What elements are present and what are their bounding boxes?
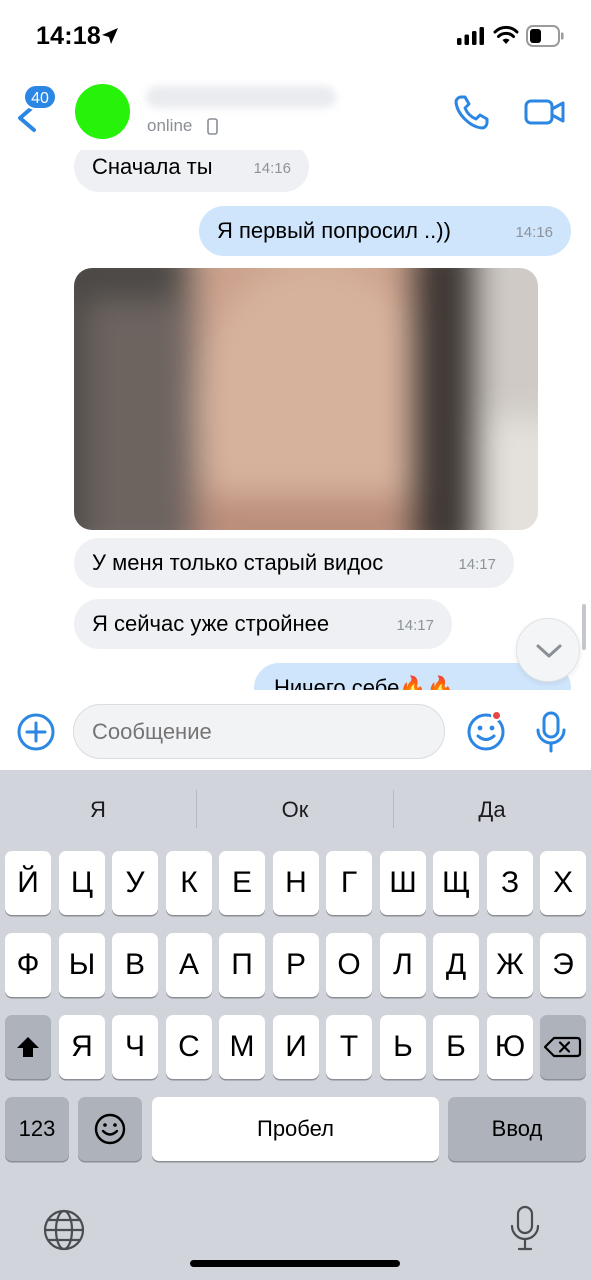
shift-key[interactable] bbox=[5, 1015, 51, 1079]
contact-avatar[interactable] bbox=[75, 84, 130, 139]
blurred-video-message[interactable] bbox=[74, 268, 538, 530]
key[interactable]: Й bbox=[5, 851, 51, 915]
chevron-down-icon bbox=[536, 644, 562, 658]
key[interactable]: Э bbox=[540, 933, 586, 997]
status-time: 14:18 bbox=[36, 22, 101, 50]
phone-call-icon[interactable] bbox=[452, 92, 492, 132]
key[interactable]: Ж bbox=[487, 933, 533, 997]
key[interactable]: Щ bbox=[433, 851, 479, 915]
key[interactable]: Ю bbox=[487, 1015, 533, 1079]
key[interactable]: Г bbox=[326, 851, 372, 915]
key[interactable]: Ы bbox=[59, 933, 105, 997]
suggestion-3[interactable]: Да bbox=[394, 770, 590, 850]
backspace-icon bbox=[543, 1036, 582, 1058]
message-input[interactable] bbox=[73, 704, 445, 759]
message-time: 14:17 bbox=[396, 617, 434, 634]
shift-arrow-icon bbox=[17, 1037, 39, 1057]
message-text: У меня только старый видос bbox=[92, 550, 384, 575]
key[interactable]: П bbox=[219, 933, 265, 997]
message-text: Я первый попросил ..)) bbox=[217, 218, 451, 243]
delete-key[interactable] bbox=[540, 1015, 586, 1079]
suggestion-2[interactable]: Ок bbox=[197, 770, 393, 850]
mobile-device-icon bbox=[207, 118, 218, 135]
contact-name-blurred[interactable] bbox=[146, 86, 336, 108]
key[interactable]: Х bbox=[540, 851, 586, 915]
space-key[interactable]: Пробел bbox=[152, 1097, 439, 1161]
key[interactable]: Ф bbox=[5, 933, 51, 997]
suggestion-1[interactable]: Я bbox=[0, 770, 196, 850]
message-text: Ничего себе🔥🔥 bbox=[274, 675, 455, 690]
key[interactable]: Я bbox=[59, 1015, 105, 1079]
message-bubble-incoming[interactable]: Сначала ты 14:16 bbox=[74, 150, 309, 192]
key[interactable]: Л bbox=[380, 933, 426, 997]
key[interactable]: Р bbox=[273, 933, 319, 997]
emoji-face-icon bbox=[94, 1113, 126, 1145]
key[interactable]: Н bbox=[273, 851, 319, 915]
new-stickers-dot bbox=[491, 710, 502, 721]
home-indicator bbox=[190, 1260, 400, 1267]
blurred-video-thumbnail bbox=[74, 268, 538, 530]
globe-icon[interactable] bbox=[42, 1208, 86, 1252]
key[interactable]: К bbox=[166, 851, 212, 915]
key[interactable]: А bbox=[166, 933, 212, 997]
battery-icon bbox=[526, 25, 564, 47]
message-text: Сначала ты bbox=[92, 154, 213, 179]
key[interactable]: Б bbox=[433, 1015, 479, 1079]
message-time: 14:17 bbox=[458, 556, 496, 573]
dictation-microphone-icon[interactable] bbox=[508, 1204, 542, 1254]
chat-header: 40 online bbox=[0, 74, 591, 150]
message-bubble-incoming[interactable]: Я сейчас уже стройнее 14:17 bbox=[74, 599, 452, 649]
message-list[interactable]: Сначала ты 14:16 Я первый попросил ..)) … bbox=[0, 150, 591, 690]
key[interactable]: И bbox=[273, 1015, 319, 1079]
predictive-bar: Я Ок Да bbox=[0, 770, 591, 850]
scroll-to-bottom-button[interactable] bbox=[516, 618, 580, 682]
key[interactable]: В bbox=[112, 933, 158, 997]
message-text: Я сейчас уже стройнее bbox=[92, 611, 330, 636]
status-bar: 14:18 bbox=[0, 0, 591, 74]
keyboard: Я Ок Да Й Ц У К Е Н Г Ш Щ З Х Ф Ы В А П … bbox=[0, 770, 591, 1280]
key[interactable]: О bbox=[326, 933, 372, 997]
numbers-key[interactable]: 123 bbox=[5, 1097, 69, 1161]
key[interactable]: Д bbox=[433, 933, 479, 997]
location-arrow-icon bbox=[102, 28, 118, 44]
contact-status: online bbox=[147, 116, 193, 135]
key[interactable]: З bbox=[487, 851, 533, 915]
emoji-key[interactable] bbox=[78, 1097, 142, 1161]
message-time: 14:16 bbox=[253, 160, 291, 177]
cellular-signal-icon bbox=[457, 27, 484, 45]
key[interactable]: У bbox=[112, 851, 158, 915]
unread-count-badge: 40 bbox=[23, 84, 57, 110]
add-attachment-icon[interactable] bbox=[16, 712, 56, 752]
return-key[interactable]: Ввод bbox=[448, 1097, 586, 1161]
key[interactable]: Е bbox=[219, 851, 265, 915]
key[interactable]: Ч bbox=[112, 1015, 158, 1079]
scrollbar[interactable] bbox=[582, 604, 586, 650]
message-bubble-incoming[interactable]: У меня только старый видос 14:17 bbox=[74, 538, 514, 588]
wifi-icon bbox=[493, 25, 519, 44]
voice-message-icon[interactable] bbox=[533, 710, 569, 754]
key[interactable]: Ш bbox=[380, 851, 426, 915]
key[interactable]: Ь bbox=[380, 1015, 426, 1079]
key[interactable]: Т bbox=[326, 1015, 372, 1079]
key[interactable]: Ц bbox=[59, 851, 105, 915]
key[interactable]: С bbox=[166, 1015, 212, 1079]
key[interactable]: М bbox=[219, 1015, 265, 1079]
message-bubble-outgoing[interactable]: Я первый попросил ..)) 14:16 bbox=[199, 206, 571, 256]
message-time: 14:16 bbox=[515, 224, 553, 241]
message-composer bbox=[0, 690, 591, 770]
video-call-icon[interactable] bbox=[524, 94, 566, 130]
